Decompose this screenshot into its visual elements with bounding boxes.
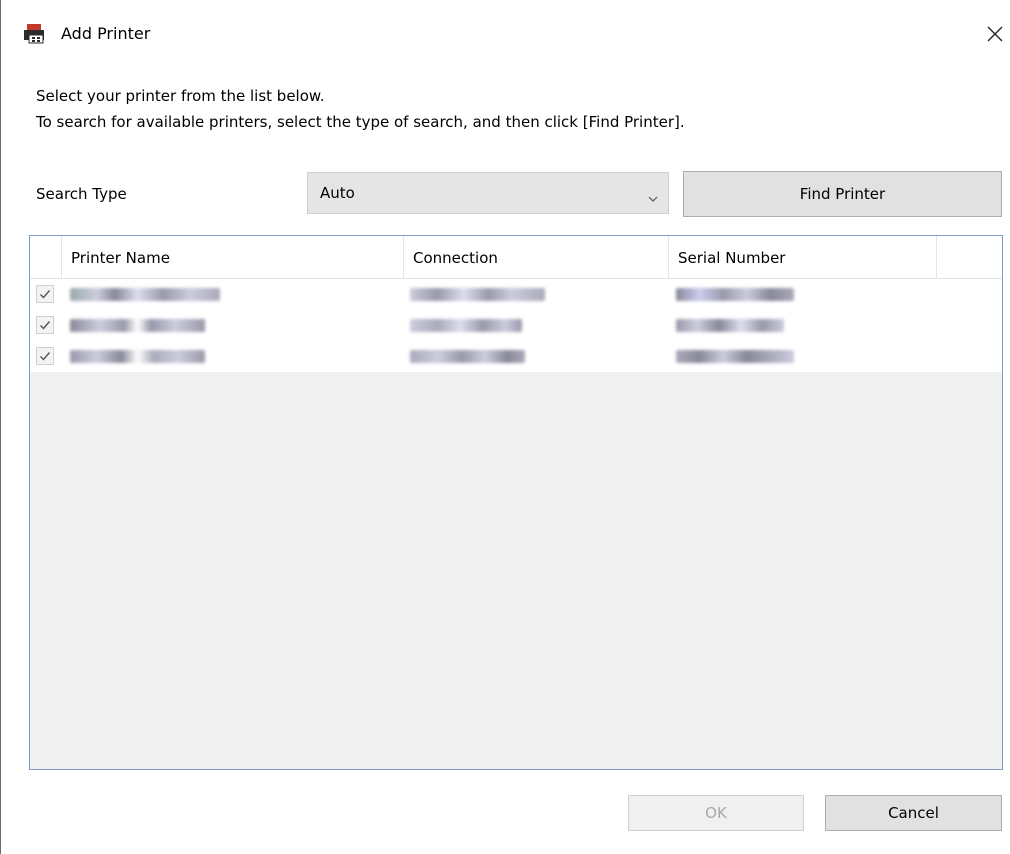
- printer-name-cell: [70, 319, 205, 332]
- title-bar: Add Printer: [1, 0, 1010, 64]
- connection-cell: [410, 350, 525, 363]
- instruction-line-1: Select your printer from the list below.: [36, 87, 325, 105]
- printer-list[interactable]: Printer Name Connection Serial Number: [29, 235, 1003, 770]
- header-check-column: [30, 236, 62, 278]
- connection-cell: [410, 319, 522, 332]
- row-checkbox[interactable]: [36, 347, 54, 365]
- window-title: Add Printer: [61, 24, 151, 43]
- printer-icon: [24, 24, 46, 44]
- window-border: [0, 0, 1, 854]
- find-printer-button[interactable]: Find Printer: [683, 171, 1002, 217]
- serial-number-cell: [676, 288, 794, 301]
- table-row[interactable]: [30, 341, 1002, 372]
- instruction-line-2: To search for available printers, select…: [36, 113, 685, 131]
- search-type-value: Auto: [320, 184, 355, 202]
- checkmark-icon: [40, 352, 51, 361]
- printer-rows: [30, 279, 1002, 372]
- serial-number-cell: [676, 350, 794, 363]
- chevron-down-icon: [648, 189, 658, 202]
- search-type-dropdown[interactable]: Auto: [307, 172, 669, 214]
- checkmark-icon: [40, 290, 51, 299]
- header-printer-name[interactable]: Printer Name: [62, 236, 404, 278]
- row-checkbox[interactable]: [36, 316, 54, 334]
- table-row[interactable]: [30, 310, 1002, 341]
- printer-name-cell: [70, 350, 205, 363]
- connection-cell: [410, 288, 545, 301]
- cancel-button[interactable]: Cancel: [825, 795, 1002, 831]
- list-header: Printer Name Connection Serial Number: [30, 236, 1002, 279]
- serial-number-cell: [676, 319, 784, 332]
- checkmark-icon: [40, 321, 51, 330]
- search-type-label: Search Type: [36, 185, 127, 203]
- ok-button[interactable]: OK: [628, 795, 804, 831]
- header-connection[interactable]: Connection: [404, 236, 669, 278]
- close-icon[interactable]: [981, 20, 1009, 48]
- printer-name-cell: [70, 288, 220, 301]
- row-checkbox[interactable]: [36, 285, 54, 303]
- table-row[interactable]: [30, 279, 1002, 310]
- header-serial-number[interactable]: Serial Number: [669, 236, 937, 278]
